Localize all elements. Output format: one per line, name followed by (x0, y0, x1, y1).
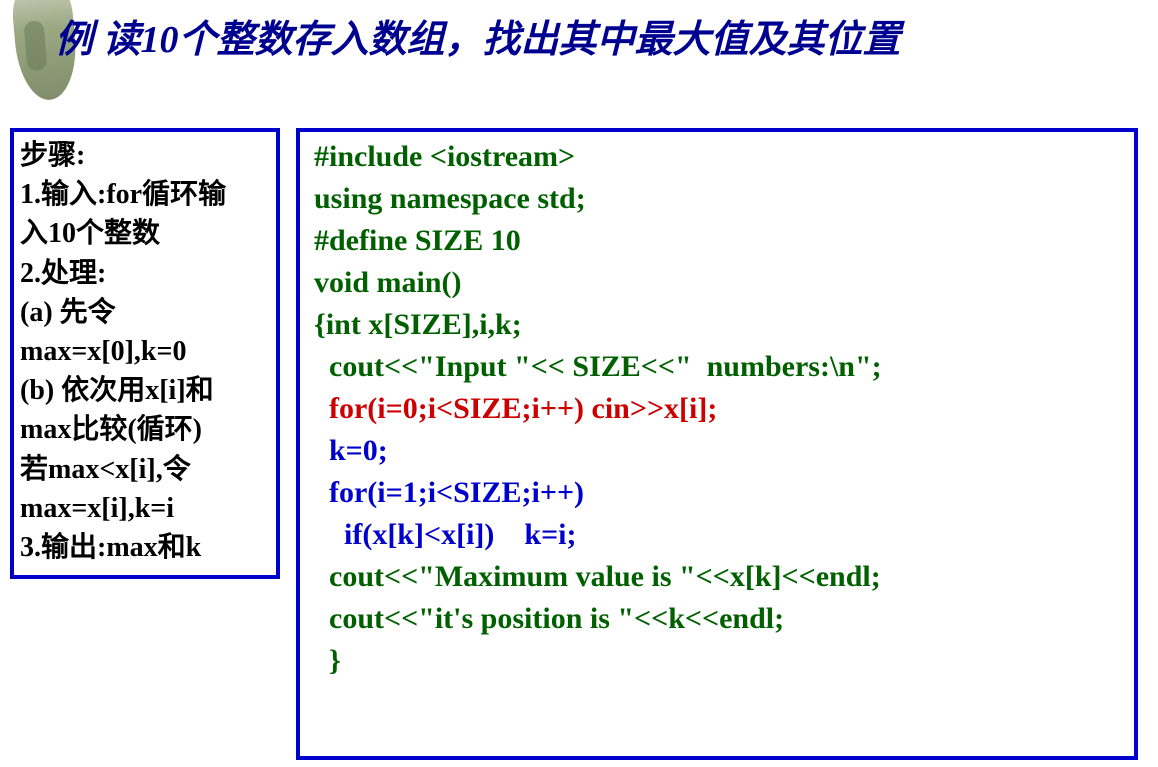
code-panel: #include <iostream> using namespace std;… (296, 128, 1138, 760)
code-line: } (314, 640, 1126, 682)
code-line: if(x[k]<x[i]) k=i; (314, 514, 1126, 556)
code-line: #define SIZE 10 (314, 220, 1126, 262)
code-line: k=0; (314, 430, 1126, 472)
steps-line: (b) 依次用x[i]和 (20, 371, 270, 410)
steps-line: 2.处理: (20, 254, 270, 293)
code-line: void main() (314, 262, 1126, 304)
code-line: for(i=0;i<SIZE;i++) cin>>x[i]; (314, 388, 1126, 430)
steps-panel: 步骤: 1.输入:for循环输 入10个整数 2.处理: (a) 先令 max=… (10, 128, 280, 579)
code-line: cout<<"Input "<< SIZE<<" numbers:\n"; (314, 346, 1126, 388)
steps-line: 步骤: (20, 136, 270, 175)
steps-line: 若max<x[i],令 (20, 450, 270, 489)
steps-line: max=x[i],k=i (20, 489, 270, 528)
slide-title: 例 读10个整数存入数组，找出其中最大值及其位置 (55, 8, 901, 63)
code-line: cout<<"it's position is "<<k<<endl; (314, 598, 1126, 640)
steps-line: (a) 先令 (20, 293, 270, 332)
steps-line: 1.输入:for循环输 (20, 175, 270, 214)
code-line: for(i=1;i<SIZE;i++) (314, 472, 1126, 514)
code-line: using namespace std; (314, 178, 1126, 220)
steps-line: max=x[0],k=0 (20, 332, 270, 371)
code-line: {int x[SIZE],i,k; (314, 304, 1126, 346)
steps-line: max比较(循环) (20, 410, 270, 449)
steps-line: 入10个整数 (20, 214, 270, 253)
code-line: #include <iostream> (314, 136, 1126, 178)
code-line: cout<<"Maximum value is "<<x[k]<<endl; (314, 556, 1126, 598)
steps-line: 3.输出:max和k (20, 528, 270, 567)
